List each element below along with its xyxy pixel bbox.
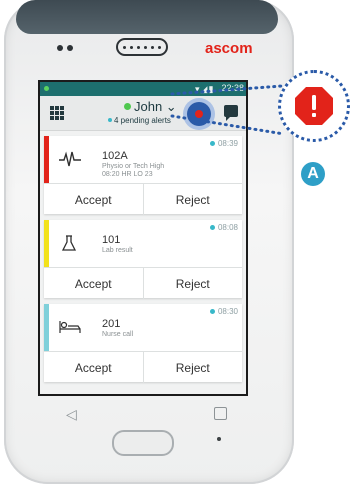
apps-grid-icon[interactable] (50, 106, 64, 120)
warning-octagon-icon (295, 87, 333, 125)
notification-dot (44, 86, 49, 91)
menu-dot-icon[interactable] (217, 437, 221, 441)
reject-button[interactable]: Reject (142, 352, 243, 383)
accept-button[interactable]: Accept (44, 352, 143, 383)
alert-detail: 08:20 HR LO 23 (102, 171, 153, 178)
status-bar: ▾◢▮ 22:38 (40, 82, 246, 96)
device-top-cap (16, 0, 278, 34)
alert-description: Physio or Tech High (102, 163, 165, 170)
brand-logo: ascom (205, 40, 253, 57)
priority-bar (44, 220, 49, 267)
alert-card[interactable]: 08:08 101 Lab result Accept Reject (44, 220, 242, 299)
alert-description: Nurse call (102, 331, 134, 338)
alert-actions: Accept Reject (44, 351, 242, 383)
sensor-dot (57, 45, 63, 51)
lab-flask-icon (61, 235, 77, 251)
home-button[interactable] (112, 430, 174, 456)
reject-button[interactable]: Reject (142, 184, 243, 215)
alert-bubble-button[interactable] (187, 102, 211, 126)
accept-button[interactable]: Accept (44, 268, 143, 299)
status-time: 22:38 (221, 83, 244, 93)
app-header: John ⌄ 4 pending alerts (40, 96, 246, 131)
callout-label-badge: A (301, 162, 325, 186)
ecg-waveform-icon (59, 151, 81, 167)
user-name: John ⌄ (134, 99, 177, 114)
pending-alerts-text: 4 pending alerts (108, 116, 171, 125)
alert-actions: Accept Reject (44, 183, 242, 215)
pending-dot (108, 118, 112, 122)
alert-card[interactable]: 08:39 102A Physio or Tech High 08:20 HR … (44, 136, 242, 215)
chat-icon[interactable] (224, 105, 238, 121)
alert-time: 08:39 (210, 139, 238, 148)
alert-room: 102A (102, 150, 128, 162)
alert-actions: Accept Reject (44, 267, 242, 299)
accept-button[interactable]: Accept (44, 184, 143, 215)
alert-room: 201 (102, 318, 121, 330)
phone-screen: ▾◢▮ 22:38 John ⌄ 4 pending alerts 08:39 … (38, 80, 248, 396)
online-status-dot (124, 103, 131, 110)
priority-bar (44, 304, 49, 351)
alert-time: 08:08 (210, 223, 238, 232)
alert-room: 101 (102, 234, 121, 246)
alert-time: 08:30 (210, 307, 238, 316)
priority-bar (44, 136, 49, 183)
patient-bed-icon (59, 321, 81, 333)
back-nav-icon[interactable]: ◁ (66, 406, 77, 423)
signal-battery-icon: ▾◢▮ (195, 84, 215, 94)
user-selector[interactable]: John ⌄ (124, 99, 177, 115)
pending-alerts-label: 4 pending alerts (114, 116, 171, 125)
reject-button[interactable]: Reject (142, 268, 243, 299)
earpiece-speaker (116, 38, 168, 56)
camera-dot (67, 45, 73, 51)
alert-description: Lab result (102, 247, 133, 254)
alert-indicator-icon (195, 110, 203, 118)
recent-apps-icon[interactable] (214, 407, 227, 420)
alert-card[interactable]: 08:30 201 Nurse call Accept Reject (44, 304, 242, 383)
